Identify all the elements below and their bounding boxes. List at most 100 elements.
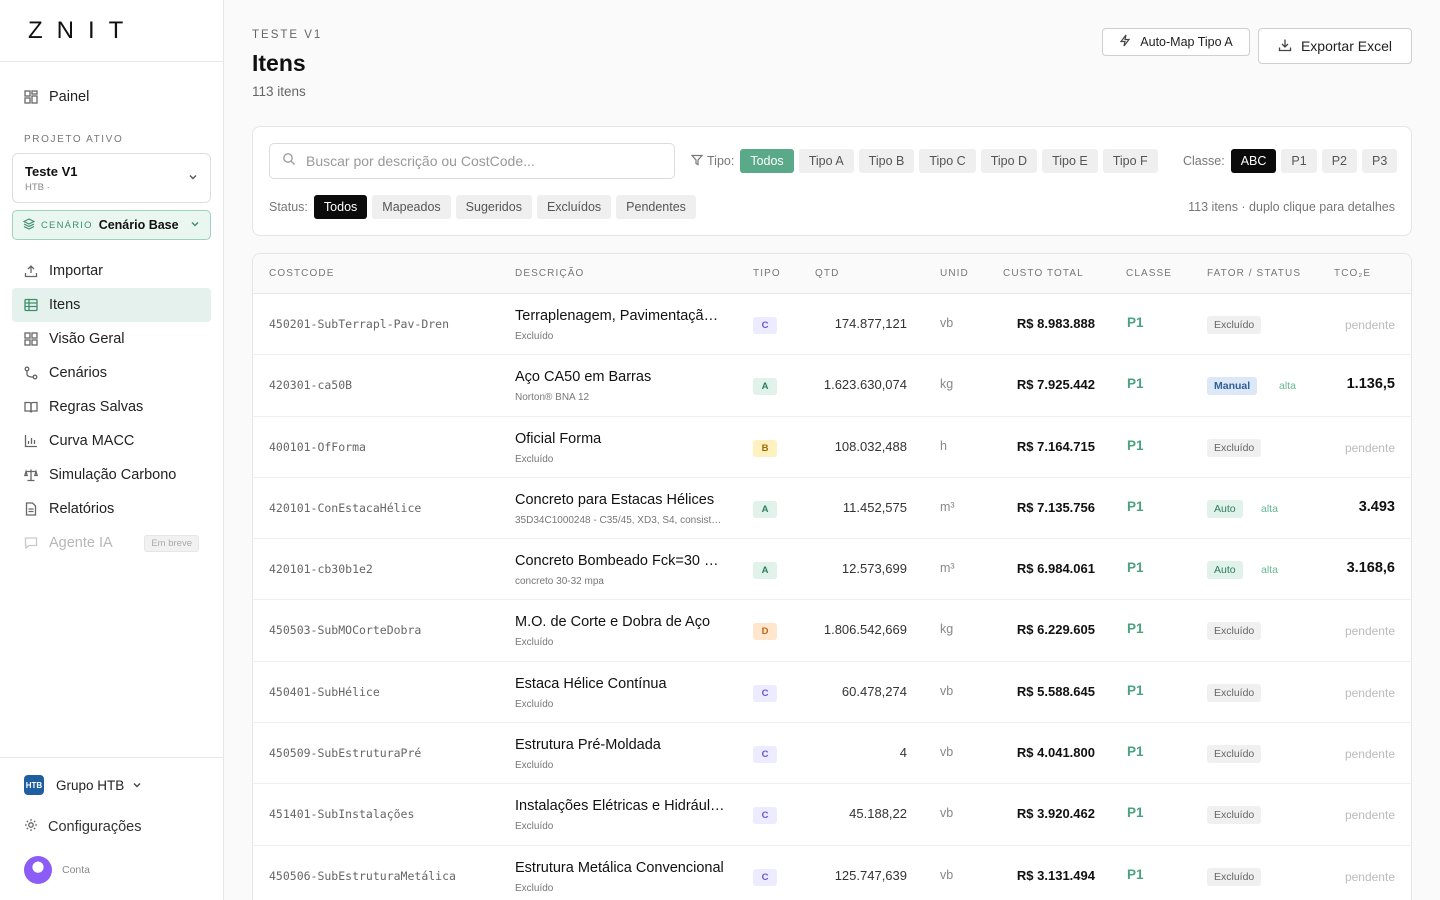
account-menu[interactable]: Conta — [0, 856, 223, 884]
table-row[interactable]: 450506-SubEstruturaMetálica Estrutura Met… — [253, 846, 1411, 900]
tipo-chip-c[interactable]: Tipo C — [919, 149, 976, 173]
sidebar-item-label: Cenários — [49, 365, 108, 381]
column-header-qtd[interactable]: QTD — [815, 268, 839, 279]
status-chip-excluidos[interactable]: Excluídos — [536, 195, 612, 219]
org-selector[interactable]: HTB Grupo HTB — [0, 772, 223, 798]
description-sub-cell: Norton® BNA 12 — [515, 392, 590, 404]
export-label: Exportar Excel — [1300, 38, 1393, 54]
custo-total-cell: R$ 6.984.061 — [1016, 561, 1095, 577]
status-chip-pendentes[interactable]: Pendentes — [616, 195, 696, 219]
automap-button[interactable]: Auto-Map Tipo A — [1102, 28, 1250, 56]
classe-chip-p3[interactable]: P3 — [1361, 149, 1398, 173]
avatar — [24, 856, 52, 884]
automap-label: Auto-Map Tipo A — [1140, 35, 1233, 49]
qtd-cell: 174.877,121 — [834, 316, 907, 331]
sidebar-item-relatorios[interactable]: Relatórios — [12, 492, 211, 526]
description-cell: Estaca Hélice Contínua — [515, 675, 667, 692]
description-sub-cell: Excluído — [515, 698, 554, 710]
sidebar-item-regras-salvas[interactable]: Regras Salvas — [12, 390, 211, 424]
status-filter-label: Status: — [269, 200, 308, 214]
classe-cell: P1 — [1127, 866, 1144, 882]
table-row[interactable]: 450401-SubHélice Estaca Hélice Contínua Ex… — [253, 662, 1411, 724]
scenario-label: CENÁRIO — [41, 219, 93, 231]
column-header-classe[interactable]: CLASSE — [1126, 268, 1172, 279]
scenario-value: Cenário Base — [98, 218, 179, 232]
sidebar-item-itens[interactable]: Itens — [12, 288, 211, 322]
column-header-costcode[interactable]: COSTCODE — [269, 268, 334, 279]
unid-cell: vb — [940, 867, 954, 882]
export-excel-button[interactable]: Exportar Excel — [1258, 28, 1412, 64]
search-box[interactable] — [269, 143, 675, 179]
search-input[interactable] — [306, 153, 666, 169]
costcode-cell: 451401-SubInstalações — [269, 807, 415, 822]
sidebar-item-simulacao-carbono[interactable]: Simulação Carbono — [12, 458, 211, 492]
column-header-descricao[interactable]: DESCRIÇÃO — [515, 268, 584, 279]
org-logo: HTB — [24, 775, 44, 795]
tipo-chip-a[interactable]: Tipo A — [798, 149, 854, 173]
column-header-custo-total[interactable]: CUSTO TOTAL — [1003, 268, 1084, 279]
classe-cell: P1 — [1127, 437, 1144, 453]
table-row[interactable]: 450509-SubEstruturaPré Estrutura Pré-Mold… — [253, 723, 1411, 785]
status-badge: Excluído — [1207, 806, 1262, 825]
table-row[interactable]: 451401-SubInstalações Instalações Elétric… — [253, 784, 1411, 846]
tipo-badge: C — [753, 684, 777, 702]
sidebar-item-importar[interactable]: Importar — [12, 254, 211, 288]
status-badge: Manual — [1207, 377, 1258, 396]
bar-chart-icon — [24, 434, 38, 448]
table-row[interactable]: 420301-ca50B Aço CA50 em Barras Norton® BN… — [253, 355, 1411, 417]
sidebar-item-label: Itens — [49, 297, 81, 313]
tipo-badge: C — [753, 746, 777, 764]
table-row[interactable]: 450201-SubTerrapl-Pav-Dren Terraplenagem,… — [253, 294, 1411, 356]
description-cell: Aço CA50 em Barras — [515, 369, 652, 386]
unid-cell: m³ — [940, 499, 955, 514]
column-header-tco2e[interactable]: TCO₂E — [1334, 268, 1371, 279]
tco2e-cell: pendente — [1344, 440, 1395, 455]
gear-icon — [24, 818, 38, 836]
breadcrumb: TESTE V1 — [252, 29, 323, 41]
status-badge: Excluído — [1207, 438, 1262, 457]
tco2e-cell: pendente — [1344, 624, 1395, 639]
status-chip-todos[interactable]: Todos — [313, 195, 368, 219]
column-header-tipo[interactable]: TIPO — [753, 268, 781, 279]
scenario-selector[interactable]: CENÁRIO Cenário Base — [12, 210, 211, 240]
tipo-chip-e[interactable]: Tipo E — [1042, 149, 1098, 173]
table-row[interactable]: 400101-OfForma Oficial Forma Excluído B 108.… — [253, 417, 1411, 478]
tipo-chip-todos[interactable]: Todos — [740, 149, 794, 173]
sidebar-item-painel[interactable]: Painel — [12, 80, 211, 114]
status-chip-mapeados[interactable]: Mapeados — [372, 195, 451, 219]
costcode-cell: 450509-SubEstruturaPré — [269, 746, 422, 761]
table-row[interactable]: 420101-ConEstacaHélice Concreto para Esta… — [253, 478, 1411, 540]
sidebar-item-label: Visão Geral — [49, 331, 125, 347]
tipo-badge: A — [753, 500, 777, 518]
sidebar-item-label: Painel — [49, 89, 90, 105]
custo-total-cell: R$ 7.135.756 — [1016, 499, 1095, 515]
classe-chip-p2[interactable]: P2 — [1321, 149, 1357, 173]
project-selector[interactable]: Teste V1 HTB · — [12, 153, 211, 203]
column-header-fator-status[interactable]: FATOR / STATUS — [1207, 268, 1301, 279]
layers-icon — [22, 217, 36, 233]
settings-link[interactable]: Configurações — [0, 814, 223, 840]
status-chip-sugeridos[interactable]: Sugeridos — [455, 195, 532, 219]
brand-logo[interactable]: ZNIT — [0, 0, 223, 62]
column-header-unid[interactable]: UNID — [940, 268, 969, 279]
tipo-chip-f[interactable]: Tipo F — [1102, 149, 1158, 173]
main-content: TESTE V1 Itens 113 itens Auto-Map Tipo A… — [224, 0, 1440, 900]
tco2e-cell: pendente — [1344, 869, 1395, 884]
tipo-chip-b[interactable]: Tipo B — [858, 149, 915, 173]
table-row[interactable]: 450503-SubMOCorteDobra M.O. de Corte e Do… — [253, 600, 1411, 662]
sidebar-item-label: Relatórios — [49, 501, 115, 517]
classe-chip-abc[interactable]: ABC — [1230, 149, 1277, 173]
table-icon — [24, 298, 38, 312]
table-body: 450201-SubTerrapl-Pav-Dren Terraplenagem,… — [253, 294, 1411, 900]
sidebar-item-curva-macc[interactable]: Curva MACC — [12, 424, 211, 458]
tipo-chip-d[interactable]: Tipo D — [980, 149, 1038, 173]
table-row[interactable]: 420101-cb30b1e2 Concreto Bombeado Fck=30 … — [253, 539, 1411, 601]
unid-cell: vb — [940, 806, 954, 821]
sidebar-item-visao-geral[interactable]: Visão Geral — [12, 322, 211, 356]
classe-chip-p1[interactable]: P1 — [1281, 149, 1317, 173]
qtd-cell: 108.032,488 — [834, 438, 907, 454]
tipo-badge: B — [753, 439, 777, 457]
sidebar-item-cenarios[interactable]: Cenários — [12, 356, 211, 390]
classe-cell: P1 — [1127, 621, 1144, 637]
description-cell: Concreto Bombeado Fck=30 Mpa — [515, 553, 725, 570]
